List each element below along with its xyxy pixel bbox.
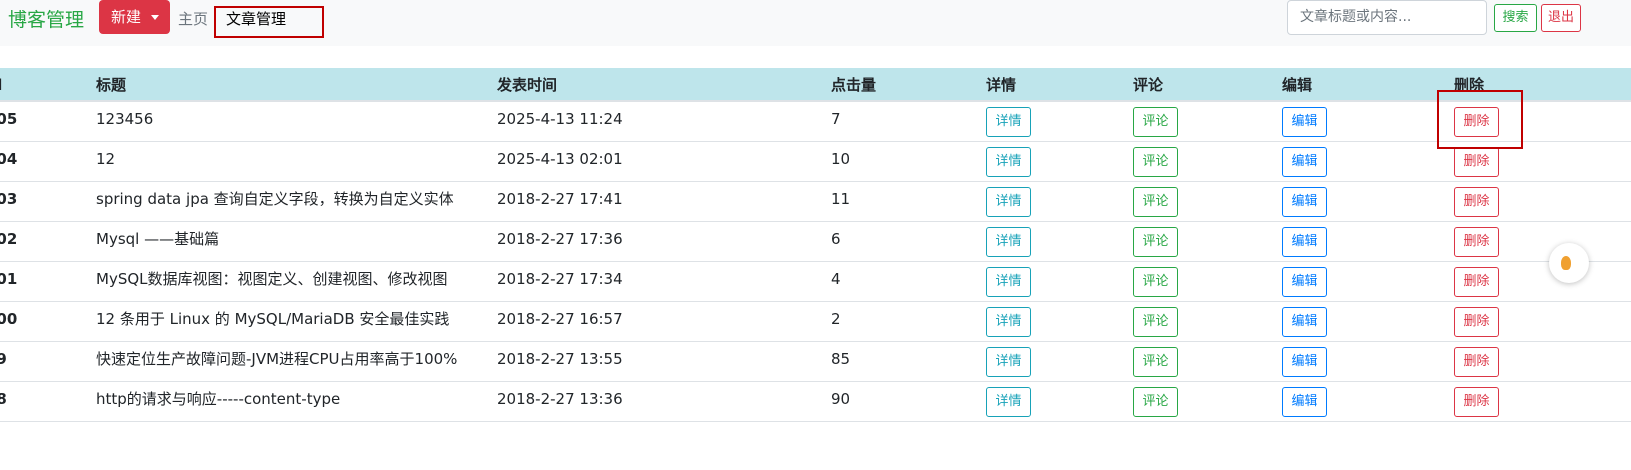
comment-button[interactable]: 评论 [1133, 307, 1178, 337]
cell-id: 103 [0, 190, 18, 208]
cell-time: 2018-2-27 16:57 [497, 310, 623, 328]
logout-button[interactable]: 退出 [1541, 4, 1581, 32]
cell-clicks: 2 [831, 310, 841, 328]
delete-button[interactable]: 删除 [1454, 227, 1499, 257]
cell-id: 100 [0, 310, 18, 328]
search-placeholder: 文章标题或内容... [1300, 9, 1412, 25]
cell-clicks: 6 [831, 230, 841, 248]
edit-button[interactable]: 编辑 [1282, 187, 1327, 217]
table-row: 1051234562025-4-13 11:247详情评论编辑删除 [0, 102, 1631, 142]
table-row: 98 http的请求与响应-----content-type 2018-2-27 1… [0, 382, 1631, 422]
navbar: 博客管理 新建 主页 文章管理 文章标题或内容... 搜索 退出 [0, 0, 1631, 46]
delete-button[interactable]: 删除 [1454, 147, 1499, 177]
edit-button[interactable]: 编辑 [1282, 347, 1327, 377]
nav-link-home[interactable]: 主页 [178, 8, 208, 29]
cell-title: 12 条用于 Linux 的 MySQL/MariaDB 安全最佳实践 [96, 310, 450, 328]
cell-id: 101 [0, 270, 18, 288]
comment-button[interactable]: 评论 [1133, 227, 1178, 257]
cell-time: 2018-2-27 17:34 [497, 270, 623, 288]
comment-button[interactable]: 评论 [1133, 347, 1178, 377]
cell-time: 2018-2-27 13:55 [497, 350, 623, 368]
delete-button[interactable]: 删除 [1454, 347, 1499, 377]
detail-button[interactable]: 详情 [986, 347, 1031, 377]
comment-button[interactable]: 评论 [1133, 187, 1178, 217]
header-id: Id [0, 68, 2, 102]
cell-id: 102 [0, 230, 18, 248]
detail-button[interactable]: 详情 [986, 187, 1031, 217]
cell-clicks: 85 [831, 350, 851, 368]
header-edit: 编辑 [1282, 76, 1313, 94]
cell-title: spring data jpa 查询自定义字段，转换为自定义实体 [96, 190, 454, 208]
detail-button[interactable]: 详情 [986, 227, 1031, 257]
table-header: Id 标题 发表时间 点击量 详情 评论 编辑 删除 [0, 68, 1631, 102]
assistant-icon [1561, 256, 1571, 270]
cell-time: 2018-2-27 13:36 [497, 390, 623, 408]
header-detail: 详情 [986, 76, 1017, 94]
edit-button[interactable]: 编辑 [1282, 227, 1327, 257]
brand-title[interactable]: 博客管理 [8, 6, 84, 34]
new-button-label: 新建 [111, 8, 142, 26]
cell-time: 2018-2-27 17:41 [497, 190, 623, 208]
cell-title: Mysql ——基础篇 [96, 230, 220, 248]
edit-button[interactable]: 编辑 [1282, 387, 1327, 417]
cell-title: 123456 [96, 110, 154, 128]
delete-button[interactable]: 删除 [1454, 187, 1499, 217]
cell-time: 2018-2-27 17:36 [497, 230, 623, 248]
search-button[interactable]: 搜索 [1494, 4, 1537, 32]
articles-table: Id 标题 发表时间 点击量 详情 评论 编辑 删除 105 123456 2025… [0, 68, 1631, 422]
edit-button[interactable]: 编辑 [1282, 267, 1327, 297]
edit-button[interactable]: 编辑 [1282, 307, 1327, 337]
cell-clicks: 90 [831, 390, 851, 408]
table-row: 102 Mysql ——基础篇 2018-2-27 17:36 6 详情 评论 编辑 删除 [0, 222, 1631, 262]
floating-assistant-button[interactable] [1549, 243, 1589, 283]
cell-title: 快速定位生产故障问题-JVM进程CPU占用率高于100% [96, 350, 458, 368]
header-title: 标题 [96, 76, 127, 94]
cell-id: 98 [0, 390, 7, 408]
cell-clicks: 10 [831, 150, 851, 168]
table-row: 101 MySQL数据库视图：视图定义、创建视图、修改视图 2018-2-27 17… [0, 262, 1631, 302]
comment-button[interactable]: 评论 [1133, 147, 1178, 177]
delete-button[interactable]: 删除 [1454, 307, 1499, 337]
comment-button[interactable]: 评论 [1133, 387, 1178, 417]
detail-button[interactable]: 详情 [986, 147, 1031, 177]
nav-link-article-management[interactable]: 文章管理 [214, 6, 324, 38]
caret-down-icon [151, 15, 159, 20]
cell-id: 104 [0, 150, 18, 168]
header-clicks: 点击量 [831, 76, 877, 94]
table-row: 99 快速定位生产故障问题-JVM进程CPU占用率高于100% 2018-2-27 … [0, 342, 1631, 382]
cell-title: http的请求与响应-----content-type [96, 390, 341, 408]
cell-id: 105 [0, 110, 18, 128]
cell-time: 2025-4-13 02:01 [497, 150, 623, 168]
detail-button[interactable]: 详情 [986, 387, 1031, 417]
cell-clicks: 11 [831, 190, 851, 208]
header-time: 发表时间 [497, 76, 558, 94]
detail-button[interactable]: 详情 [986, 307, 1031, 337]
table-row: 100 12 条用于 Linux 的 MySQL/MariaDB 安全最佳实践 20… [0, 302, 1631, 342]
comment-button[interactable]: 评论 [1133, 267, 1178, 297]
cell-title: MySQL数据库视图：视图定义、创建视图、修改视图 [96, 270, 448, 288]
delete-button[interactable]: 删除 [1454, 267, 1499, 297]
table-row: 103 spring data jpa 查询自定义字段，转换为自定义实体 2018-… [0, 182, 1631, 222]
delete-button[interactable]: 删除 [1454, 387, 1499, 417]
edit-button[interactable]: 编辑 [1282, 147, 1327, 177]
new-dropdown-button[interactable]: 新建 [99, 0, 170, 34]
cell-clicks: 4 [831, 270, 841, 288]
table-row: 104 12 2025-4-13 02:01 10 详情 评论 编辑 删除 [0, 142, 1631, 182]
cell-title: 12 [96, 150, 116, 168]
table-body: 1051234562025-4-13 11:247详情评论编辑删除1041220… [0, 102, 1631, 422]
cell-id: 99 [0, 350, 7, 368]
header-comment: 评论 [1133, 76, 1164, 94]
cell-clicks: 7 [831, 110, 841, 128]
search-input[interactable]: 文章标题或内容... [1287, 0, 1487, 35]
detail-button[interactable]: 详情 [986, 107, 1031, 137]
nav-current-label: 文章管理 [226, 10, 287, 28]
detail-button[interactable]: 详情 [986, 267, 1031, 297]
comment-button[interactable]: 评论 [1133, 107, 1178, 137]
edit-button[interactable]: 编辑 [1282, 107, 1327, 137]
annotation-highlight-box [1437, 90, 1523, 149]
cell-time: 2025-4-13 11:24 [497, 110, 623, 128]
